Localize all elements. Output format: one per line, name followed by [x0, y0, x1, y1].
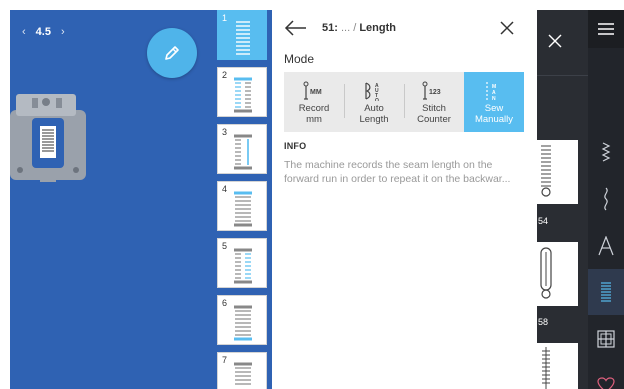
step-number: 2	[222, 70, 228, 80]
mode-label: Sew	[484, 103, 504, 114]
breadcrumb-number: 51:	[322, 22, 338, 34]
close-icon[interactable]	[499, 20, 515, 36]
category-utility-stitches[interactable]	[588, 130, 624, 176]
buttonhole-stitch-icon	[540, 247, 552, 299]
mode-label: Stitch	[422, 103, 446, 114]
stitch-preview-area: ‹ 4.5 ›	[10, 10, 215, 389]
increase-width-button[interactable]: ›	[61, 26, 65, 38]
category-alphabets[interactable]	[588, 223, 624, 269]
mode-record-mm[interactable]: MM Record mm	[284, 72, 344, 132]
heart-icon	[597, 377, 615, 389]
breadcrumb-ellipsis: ...	[340, 22, 351, 34]
category-bar	[588, 10, 624, 389]
stitch-width-value: 4.5	[35, 26, 51, 38]
stitch-number: 58	[538, 317, 549, 327]
mode-selector: MM Record mm A U T O Auto Length 123 Sti…	[284, 72, 524, 132]
quilt-icon	[597, 330, 615, 348]
close-icon[interactable]	[548, 34, 562, 48]
category-quilt-stitches[interactable]	[588, 316, 624, 362]
info-text-line-2: forward run in order to repeat it on the…	[284, 173, 511, 185]
mode-label: mm	[306, 114, 322, 125]
step-number: 3	[222, 127, 228, 137]
stitch-counter-icon-text: 123	[429, 89, 441, 96]
panel-header: 51: ... / Length	[272, 10, 537, 48]
sew-manually-icon: M A N	[483, 81, 505, 101]
mode-sew-manually[interactable]: M A N Sew Manually	[464, 72, 524, 132]
stitch-browser-panel: 54 58	[537, 10, 588, 389]
svg-text:O: O	[375, 98, 379, 101]
svg-text:N: N	[492, 96, 496, 101]
buttonhole-step-icon	[234, 191, 252, 227]
breadcrumb-separator: /	[353, 22, 357, 34]
step-item-1[interactable]: 1	[217, 10, 267, 60]
step-item-2[interactable]: 2	[217, 67, 267, 117]
category-buttonholes[interactable]	[588, 269, 624, 315]
stitch-width-control: ‹ 4.5 ›	[22, 26, 65, 38]
back-arrow-icon[interactable]	[284, 20, 308, 36]
decorative-stitch-icon	[604, 187, 608, 211]
buttonhole-step-icon	[234, 77, 252, 113]
stitch-card[interactable]	[537, 343, 578, 389]
presser-foot-image	[10, 94, 86, 182]
hamburger-icon	[598, 23, 614, 35]
info-heading: INFO	[284, 141, 307, 151]
step-item-5[interactable]: 5	[217, 238, 267, 288]
step-strip: 1 2 3 4 5 6 7	[215, 10, 272, 389]
mode-label: Record	[298, 103, 330, 114]
buttonhole-stitch-icon	[541, 145, 551, 197]
buttonhole-step-icon	[236, 21, 250, 55]
mode-auto-length[interactable]: A U T O Auto Length	[344, 72, 404, 132]
buttonhole-stitch-icon	[542, 347, 550, 389]
length-settings-panel: 51: ... / Length Mode MM Record mm A U T…	[272, 10, 537, 389]
step-number: 6	[222, 298, 228, 308]
stitch-counter-icon: 123	[422, 81, 446, 101]
info-text-line-1: The machine records the seam length on t…	[284, 159, 493, 171]
step-number: 7	[222, 355, 228, 365]
step-item-3[interactable]: 3	[217, 124, 267, 174]
zigzag-stitch-icon	[601, 142, 611, 162]
mode-label: Length	[359, 114, 389, 125]
step-item-7[interactable]: 7	[217, 352, 267, 389]
divider	[537, 75, 588, 76]
category-decorative-stitches[interactable]	[588, 176, 624, 222]
menu-button[interactable]	[588, 10, 624, 48]
app-window: ‹ 4.5 › 1 2 3 4 5 6 7 51: ... / Length M…	[10, 10, 624, 389]
step-item-4[interactable]: 4	[217, 181, 267, 231]
buttonhole-step-icon	[234, 305, 252, 341]
pencil-icon	[165, 46, 179, 60]
mode-heading: Mode	[284, 52, 315, 66]
buttonhole-step-icon	[234, 362, 252, 385]
buttonhole-step-icon	[234, 248, 252, 284]
edit-button[interactable]	[147, 28, 197, 78]
mode-label: Auto	[364, 103, 384, 114]
record-mm-icon: MM	[303, 81, 325, 101]
step-item-6[interactable]: 6	[217, 295, 267, 345]
decrease-width-button[interactable]: ‹	[22, 26, 26, 38]
alphabet-icon	[598, 236, 614, 256]
mode-label: Manually	[474, 114, 514, 125]
step-number: 1	[222, 13, 228, 23]
step-number: 4	[222, 184, 228, 194]
stitch-card[interactable]	[537, 242, 578, 306]
auto-length-icon: A U T O	[363, 81, 385, 101]
buttonhole-category-icon	[601, 282, 611, 302]
mode-stitch-counter[interactable]: 123 Stitch Counter	[404, 72, 464, 132]
category-favorites[interactable]	[588, 362, 624, 389]
step-number: 5	[222, 241, 228, 251]
stitch-number: 54	[538, 216, 549, 226]
stitch-card[interactable]	[537, 140, 578, 204]
breadcrumb: 51: ... / Length	[322, 22, 396, 34]
page-title: Length	[359, 22, 396, 34]
mode-label: Counter	[417, 114, 451, 125]
record-mm-icon-text: MM	[310, 89, 322, 96]
buttonhole-step-icon	[234, 134, 252, 170]
